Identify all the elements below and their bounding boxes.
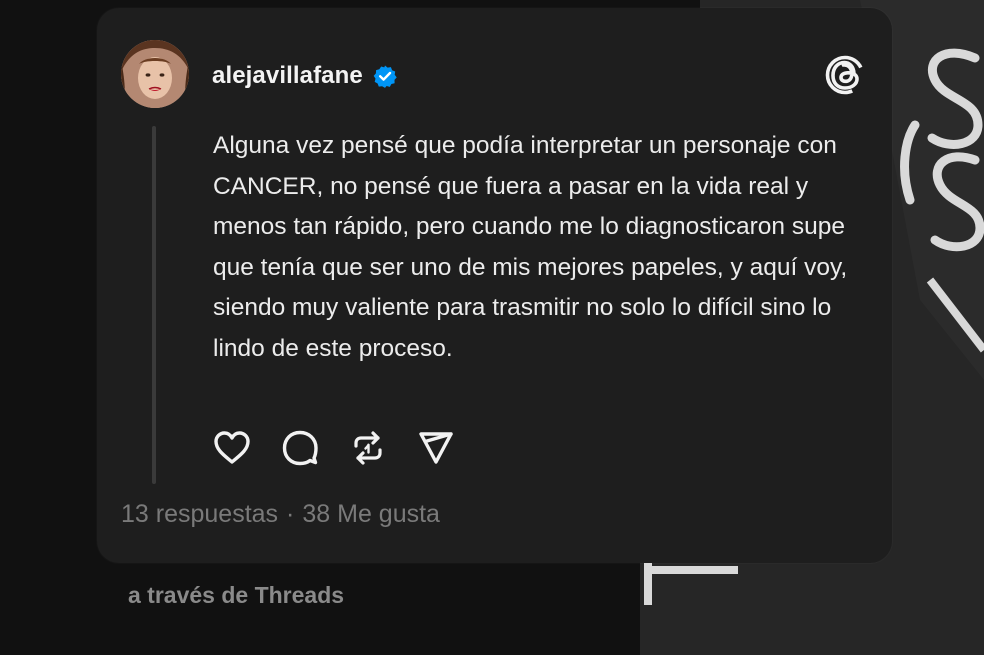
reply-button[interactable] xyxy=(280,428,320,468)
heart-icon xyxy=(214,431,250,464)
repost-icon xyxy=(354,431,382,465)
repost-button[interactable] xyxy=(348,428,388,468)
avatar-image xyxy=(121,40,189,108)
via-threads-caption: a través de Threads xyxy=(128,582,345,608)
stats-separator: · xyxy=(286,500,295,528)
screenshot-stage: alejavillafane Alguna vez pensé que podí… xyxy=(0,0,984,655)
avatar[interactable] xyxy=(121,40,189,108)
post-body-text: Alguna vez pensé que podía interpretar u… xyxy=(213,132,848,362)
like-button[interactable] xyxy=(212,428,252,468)
post-actions xyxy=(212,428,456,468)
likes-count[interactable]: 38 Me gusta xyxy=(302,500,440,529)
post-header: alejavillafane xyxy=(212,60,397,92)
comment-icon xyxy=(282,430,318,466)
thread-line xyxy=(152,126,156,484)
threads-logo-icon[interactable] xyxy=(825,54,865,96)
share-button[interactable] xyxy=(416,428,456,468)
send-icon xyxy=(419,432,453,464)
replies-count[interactable]: 13 respuestas xyxy=(121,500,278,529)
verified-badge-icon xyxy=(373,64,397,88)
username[interactable]: alejavillafane xyxy=(212,62,363,90)
post-stats: 13 respuestas · 38 Me gusta xyxy=(121,500,440,529)
